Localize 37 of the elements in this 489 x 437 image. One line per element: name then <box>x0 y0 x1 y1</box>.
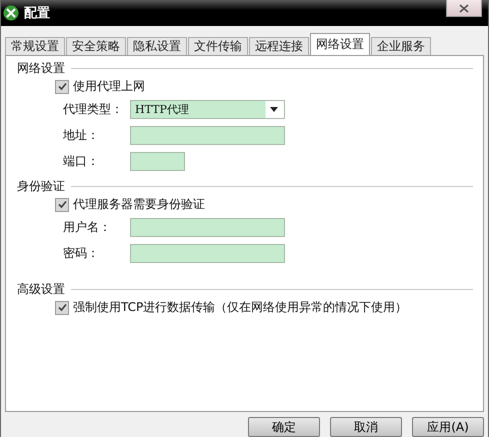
tab[interactable]: 企业服务 <box>371 36 431 55</box>
input-field[interactable] <box>130 218 285 238</box>
field-label: 端口： <box>63 153 100 170</box>
tab[interactable]: 安全策略 <box>66 36 126 55</box>
field-label: 地址： <box>63 127 100 144</box>
input-field[interactable] <box>130 126 285 146</box>
field-label: 用户名： <box>63 219 112 236</box>
checkbox[interactable] <box>55 198 69 212</box>
tab[interactable]: 网络设置 <box>310 32 370 55</box>
checkmark-icon <box>56 302 68 314</box>
checkbox-label: 强制使用TCP进行数据传输（仅在网络使用异常的情况下使用） <box>73 299 408 316</box>
field-label: 代理类型： <box>63 101 124 118</box>
tab[interactable]: 隐私设置 <box>127 36 187 55</box>
window-title: 配置 <box>24 4 50 22</box>
checkmark-icon <box>56 199 68 210</box>
checkbox[interactable] <box>55 300 69 315</box>
close-icon <box>459 4 469 12</box>
dialog-button[interactable]: 取消 <box>330 417 402 437</box>
proxy-type-dropdown[interactable]: HTTP代理 <box>130 100 285 120</box>
section-title: 身份验证 <box>17 178 65 195</box>
app-logo-icon <box>3 4 19 21</box>
tab[interactable]: 远程连接 <box>249 36 309 55</box>
tab[interactable]: 文件传输 <box>188 36 248 55</box>
field-label: 密码： <box>63 245 100 262</box>
checkbox[interactable] <box>55 80 69 94</box>
checkmark-icon <box>56 81 68 92</box>
close-button[interactable] <box>446 0 482 17</box>
checkbox-label: 使用代理上网 <box>73 78 145 96</box>
input-field[interactable] <box>130 244 285 264</box>
checkbox-label: 代理服务器需要身份验证 <box>73 196 205 214</box>
tab[interactable]: 常规设置 <box>5 36 65 55</box>
section-title: 网络设置 <box>17 60 65 77</box>
dialog-button[interactable]: 确定 <box>248 417 320 437</box>
dropdown-arrow-icon <box>270 107 278 112</box>
dialog-button[interactable]: 应用(A) <box>412 417 484 437</box>
section-title: 高级设置 <box>17 280 65 298</box>
input-field[interactable] <box>130 152 185 172</box>
